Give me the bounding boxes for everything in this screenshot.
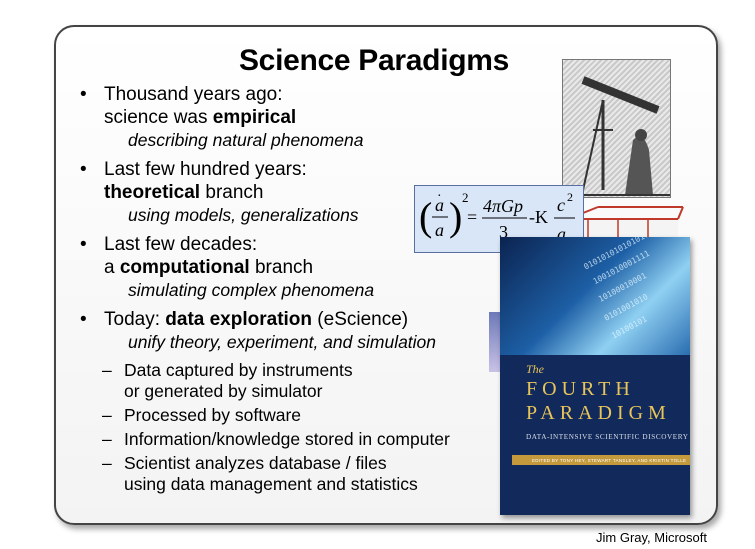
equation-denominator-a: a <box>435 220 444 240</box>
bullet-keyword: theoretical <box>104 182 201 203</box>
book-title-line1: FOURTH <box>526 378 635 400</box>
equation-paren-right: ) <box>449 194 462 239</box>
bullet-glyph: • <box>80 234 87 255</box>
book-binary-text: 10100101 <box>610 314 649 341</box>
bullet-empirical: • Thousand years ago: science was empiri… <box>80 83 500 151</box>
bullet-glyph: • <box>80 159 87 180</box>
bullet-subtitle: unify theory, experiment, and simulation <box>128 332 437 352</box>
equation-minus-k: -K <box>529 207 548 227</box>
bullet-line2-text: a <box>104 257 120 278</box>
bullet-line1: Last few hundred years: <box>104 159 307 180</box>
dash-glyph: – <box>102 360 112 380</box>
book-cover-art: 0101010101010101 1001010001111 101000100… <box>500 237 690 355</box>
bullet-list: • Thousand years ago: science was empiri… <box>80 83 500 495</box>
equation-dot-mark: · <box>437 189 442 204</box>
bullet-line2-text: branch <box>200 182 264 203</box>
equation-equals: = <box>467 207 477 227</box>
telescope-engraving-image <box>562 59 671 198</box>
bullet-subtitle: describing natural phenomena <box>128 130 364 150</box>
book-the: The <box>526 362 544 376</box>
dash-item: – Processed by software <box>80 405 500 426</box>
bullet-line1: Today: <box>104 309 166 330</box>
dash-line1: Information/knowledge stored in computer <box>124 429 450 449</box>
equation-paren-left: ( <box>419 194 432 239</box>
telescope-icon <box>563 76 670 196</box>
bullet-data-exploration: • Today: data exploration (eScience) uni… <box>80 308 500 353</box>
bullet-line2-text: science was <box>104 107 213 128</box>
bullet-keyword: empirical <box>212 107 297 128</box>
book-editors-band: EDITED BY TONY HEY, STEWART TANSLEY, AND… <box>512 455 690 465</box>
bullet-keyword: computational <box>119 257 250 278</box>
book-title-line2: PARADIGM <box>526 402 671 424</box>
dash-line2: or generated by simulator <box>124 381 323 401</box>
bullet-line1-post: (eScience) <box>312 309 409 330</box>
bullet-line2-text: branch <box>249 257 314 278</box>
dash-glyph: – <box>102 453 112 473</box>
equation-c-exponent: 2 <box>567 190 573 204</box>
bullet-line1: Last few decades: <box>104 234 258 255</box>
dash-line1: Scientist analyzes database / files <box>124 453 387 473</box>
book-editors: EDITED BY TONY HEY, STEWART TANSLEY, AND… <box>532 458 687 463</box>
dash-item: – Information/knowledge stored in comput… <box>80 429 500 450</box>
equation-rhs-numerator: 4πGp <box>483 196 523 216</box>
dash-line2: using data management and statistics <box>124 474 418 494</box>
dash-item: – Scientist analyzes database / files us… <box>80 453 500 495</box>
dash-item: – Data captured by instruments or genera… <box>80 360 500 402</box>
bullet-keyword: data exploration <box>165 309 313 330</box>
equation-c: c <box>557 195 565 215</box>
bullet-glyph: • <box>80 309 87 330</box>
bullet-line1: Thousand years ago: <box>104 84 283 105</box>
equation-exponent: 2 <box>462 190 469 205</box>
dash-glyph: – <box>102 429 112 449</box>
attribution-credit: Jim Gray, Microsoft <box>596 530 707 545</box>
slide-frame: Science Paradigms • Thousand years ago: … <box>54 25 718 525</box>
bullet-subtitle: simulating complex phenomena <box>128 280 375 300</box>
dash-line1: Processed by software <box>124 405 302 425</box>
dash-line1: Data captured by instruments <box>124 360 353 380</box>
dash-glyph: – <box>102 405 112 425</box>
bullet-glyph: • <box>80 84 87 105</box>
fourth-paradigm-book-cover: 0101010101010101 1001010001111 101000100… <box>500 237 690 515</box>
book-subtitle: DATA-INTENSIVE SCIENTIFIC DISCOVERY <box>526 433 689 441</box>
